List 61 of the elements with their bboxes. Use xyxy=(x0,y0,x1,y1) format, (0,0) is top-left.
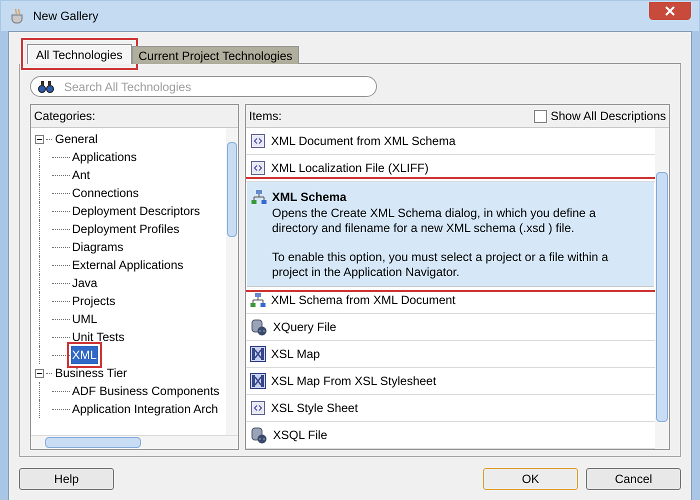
gallery-item[interactable]: XQuery File xyxy=(246,314,655,341)
hierarchy-icon xyxy=(250,292,266,308)
help-button[interactable]: Help xyxy=(19,468,114,490)
item-title: XSL Map xyxy=(271,346,320,363)
categories-label: Categories: xyxy=(33,108,96,125)
item-description: To enable this option, you must select a project or a file within a project in the Application Navigator. xyxy=(272,250,610,280)
vertical-scrollbar[interactable] xyxy=(226,128,238,435)
document-icon xyxy=(250,160,266,176)
tree-item[interactable]: Projects xyxy=(71,292,116,310)
tree-item[interactable]: UML xyxy=(71,310,98,328)
checkbox[interactable] xyxy=(534,110,547,122)
document-icon xyxy=(250,400,266,416)
tree-item[interactable]: Unit Tests xyxy=(71,328,126,346)
item-title: XSL Map From XSL Stylesheet xyxy=(271,373,436,390)
tree-item[interactable]: XML xyxy=(71,346,98,364)
tree-item[interactable]: Connections xyxy=(71,184,140,202)
checkbox-label[interactable]: Show All Descriptions xyxy=(550,107,666,125)
item-description: Opens the Create XML Schema dialog, in which you define a directory and filename for a new XML schema (.xsd ) file. xyxy=(272,206,597,236)
item-title: XQuery File xyxy=(273,319,336,336)
tree-item[interactable]: Diagrams xyxy=(71,238,124,256)
window-title: New Gallery xyxy=(33,8,98,25)
collapse-icon[interactable] xyxy=(35,134,44,144)
gallery-item[interactable]: XSL Map From XSL Stylesheet xyxy=(246,368,655,395)
ok-button[interactable]: OK xyxy=(483,468,578,490)
item-title: XML Schema xyxy=(272,189,346,206)
tree-item[interactable]: External Applications xyxy=(71,256,184,274)
cancel-button[interactable]: Cancel xyxy=(586,468,681,490)
close-button[interactable] xyxy=(649,2,691,20)
database-icon xyxy=(250,318,268,336)
map-icon xyxy=(250,373,266,389)
items-label: Items: xyxy=(249,108,282,125)
gallery-item[interactable]: XML Document from XML Schema xyxy=(246,128,655,155)
item-title: XML Schema from XML Document xyxy=(271,292,456,309)
tree-item[interactable]: ADF Business Components xyxy=(71,382,220,400)
tree-item[interactable]: General xyxy=(54,130,99,148)
tree-item[interactable]: Ant xyxy=(71,166,92,184)
gallery-item[interactable]: XSL Map xyxy=(246,341,655,368)
hierarchy-icon xyxy=(251,189,267,205)
map-icon xyxy=(250,346,266,362)
item-title: XSQL File xyxy=(273,427,328,444)
tree-item[interactable]: Deployment Profiles xyxy=(71,220,180,238)
collapse-icon[interactable] xyxy=(35,368,44,378)
item-title: XSL Style Sheet xyxy=(271,400,358,417)
item-title: XML Localization File (XLIFF) xyxy=(271,160,429,177)
search-field[interactable]: Search All Technologies xyxy=(30,76,377,97)
tree-item[interactable]: Java xyxy=(71,274,98,292)
tree-item[interactable]: Business Tier xyxy=(54,364,128,382)
gallery-item[interactable]: XSQL File xyxy=(246,422,655,449)
tab[interactable]: Current Project Technologies xyxy=(132,46,300,64)
item-title: XML Document from XML Schema xyxy=(271,133,456,150)
tree-item[interactable]: Deployment Descriptors xyxy=(71,202,202,220)
vertical-scrollbar[interactable] xyxy=(655,128,669,449)
document-icon xyxy=(250,133,266,149)
tree-item[interactable]: Application Integration Arch xyxy=(71,400,220,418)
close-icon xyxy=(665,6,675,16)
gallery-item[interactable]: XSL Style Sheet xyxy=(246,395,655,422)
tree-item[interactable]: Applications xyxy=(71,148,138,166)
binoculars-icon xyxy=(38,80,54,94)
database-icon xyxy=(250,426,268,444)
horizontal-scrollbar[interactable] xyxy=(31,435,238,449)
gallery-item[interactable]: XML Schema from XML Document xyxy=(246,287,655,314)
